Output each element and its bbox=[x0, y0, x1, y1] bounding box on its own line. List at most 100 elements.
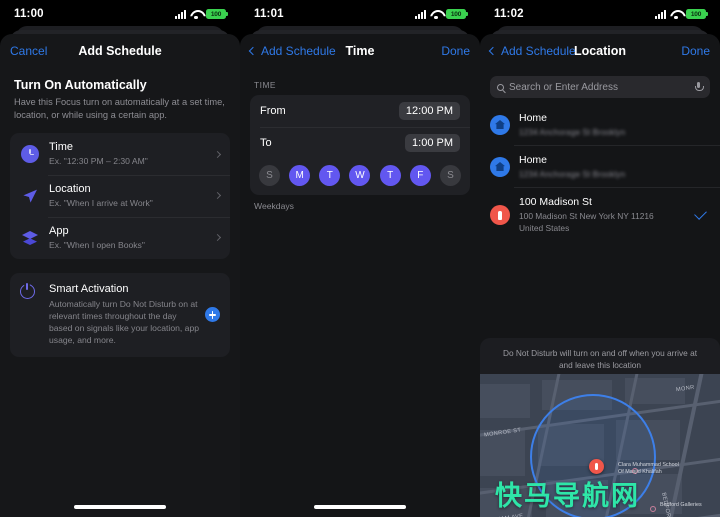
status-bar: 11:01 100 bbox=[240, 0, 480, 28]
chevron-left-icon bbox=[488, 46, 498, 56]
nav-bar: Cancel Add Schedule bbox=[0, 34, 240, 68]
clock-icon bbox=[20, 144, 40, 164]
wifi-icon bbox=[430, 10, 442, 19]
chevron-left-icon bbox=[248, 46, 258, 56]
add-smart-activation-button[interactable] bbox=[205, 307, 220, 323]
street-label: MONR bbox=[675, 384, 696, 394]
day-toggle-wednesday[interactable]: W bbox=[349, 165, 371, 186]
battery-icon: 100 bbox=[686, 9, 708, 19]
list-item-selected[interactable]: 100 Madison St 100 Madison St New York N… bbox=[480, 188, 720, 242]
list-item[interactable]: Home 1234 Anchorage St Brooklyn bbox=[480, 104, 720, 146]
days-caption: Weekdays bbox=[254, 201, 294, 211]
home-icon bbox=[490, 156, 510, 177]
list-item[interactable]: Home 1234 Anchorage St Brooklyn bbox=[480, 146, 720, 188]
search-placeholder: Search or Enter Address bbox=[509, 81, 618, 93]
from-time-value[interactable]: 12:00 PM bbox=[398, 102, 460, 120]
battery-level: 100 bbox=[690, 10, 702, 18]
map-pin-icon bbox=[490, 205, 510, 226]
smart-activation-title: Smart Activation bbox=[49, 282, 129, 295]
from-time-row[interactable]: From 12:00 PM bbox=[250, 95, 470, 127]
cellular-signal-icon bbox=[415, 9, 426, 19]
result-title: 100 Madison St bbox=[519, 195, 592, 208]
day-selector: S M T W T F S bbox=[250, 159, 470, 195]
back-button-label: Add Schedule bbox=[501, 44, 576, 58]
screenshot-stage: 11:00 100 Cancel Add Schedule Turn On Au… bbox=[0, 0, 720, 517]
time-sheet: Add Schedule Time Done TIME From 12:00 P… bbox=[240, 34, 480, 517]
add-schedule-sheet: Cancel Add Schedule Turn On Automaticall… bbox=[0, 34, 240, 517]
option-title: App bbox=[49, 224, 69, 237]
day-toggle-sunday[interactable]: S bbox=[259, 165, 280, 186]
cellular-signal-icon bbox=[655, 9, 666, 19]
header-title: Turn On Automatically bbox=[14, 78, 147, 92]
poi-dot bbox=[650, 506, 656, 512]
map-panel: Do Not Disturb will turn on and off when… bbox=[480, 338, 720, 517]
schedule-options-card: Time Ex. "12:30 PM – 2:30 AM" Location E… bbox=[10, 133, 230, 259]
cellular-signal-icon bbox=[175, 9, 186, 19]
done-button[interactable]: Done bbox=[681, 44, 710, 58]
done-button[interactable]: Done bbox=[441, 44, 470, 58]
status-indicators: 100 bbox=[655, 9, 708, 19]
battery-icon: 100 bbox=[206, 9, 228, 19]
back-button-add-schedule[interactable]: Add Schedule bbox=[248, 44, 336, 58]
sidebar-item-time[interactable]: Time Ex. "12:30 PM – 2:30 AM" bbox=[10, 133, 230, 175]
time-card: From 12:00 PM To 1:00 PM S M T W T F S bbox=[250, 95, 470, 195]
result-subtitle: 100 Madison St New York NY 11216 bbox=[519, 210, 654, 221]
option-subtitle: Ex. "When I open Books" bbox=[49, 239, 145, 250]
from-label: From bbox=[260, 105, 286, 117]
result-title: Home bbox=[519, 153, 548, 166]
result-subtitle-redacted: 1234 Anchorage St Brooklyn bbox=[519, 126, 626, 137]
checkmark-icon bbox=[694, 207, 707, 220]
phone-panel-time: 11:01 100 Add Schedule Time Done TIME Fr… bbox=[240, 0, 480, 517]
result-subtitle-country: United States bbox=[519, 222, 570, 233]
wifi-icon bbox=[670, 10, 682, 19]
option-title: Location bbox=[49, 183, 91, 196]
back-button-label: Add Schedule bbox=[261, 44, 336, 58]
phone-panel-add-schedule: 11:00 100 Cancel Add Schedule Turn On Au… bbox=[0, 0, 240, 517]
home-indicator bbox=[74, 505, 166, 509]
layers-icon bbox=[20, 228, 40, 248]
chevron-right-icon bbox=[213, 150, 222, 158]
sidebar-item-location[interactable]: Location Ex. "When I arrive at Work" bbox=[10, 175, 230, 217]
phone-panel-location: 11:02 100 Add Schedule Location Done Sea… bbox=[480, 0, 720, 517]
map-pin-icon[interactable] bbox=[589, 459, 604, 474]
day-toggle-thursday[interactable]: T bbox=[379, 165, 401, 186]
map-view[interactable]: MONROE ST PUTNAM AVE MONR BEDFORD AVE Cl… bbox=[480, 374, 720, 517]
to-time-row[interactable]: To 1:00 PM bbox=[250, 127, 470, 159]
turn-on-automatically-header: Turn On Automatically Have this Focus tu… bbox=[0, 68, 240, 121]
section-label-time: TIME bbox=[254, 80, 277, 90]
microphone-icon[interactable] bbox=[694, 81, 705, 93]
status-time: 11:02 bbox=[494, 8, 524, 20]
option-subtitle: Ex. "12:30 PM – 2:30 AM" bbox=[49, 155, 148, 166]
cancel-button[interactable]: Cancel bbox=[10, 44, 47, 58]
back-button-add-schedule[interactable]: Add Schedule bbox=[488, 44, 576, 58]
status-time: 11:00 bbox=[14, 8, 44, 20]
status-indicators: 100 bbox=[415, 9, 468, 19]
to-label: To bbox=[260, 137, 272, 149]
day-toggle-monday[interactable]: M bbox=[289, 165, 311, 186]
battery-icon: 100 bbox=[446, 9, 468, 19]
status-time: 11:01 bbox=[254, 8, 284, 20]
search-input[interactable]: Search or Enter Address bbox=[490, 76, 710, 98]
sidebar-item-app[interactable]: App Ex. "When I open Books" bbox=[10, 216, 230, 259]
poi-label: Bedford Galleries bbox=[660, 502, 702, 508]
wifi-icon bbox=[190, 10, 202, 19]
battery-level: 100 bbox=[450, 10, 462, 18]
day-toggle-saturday[interactable]: S bbox=[439, 165, 461, 186]
battery-level: 100 bbox=[210, 10, 222, 18]
smart-activation-card: Smart Activation Automatically turn Do N… bbox=[10, 272, 230, 357]
home-icon bbox=[490, 114, 510, 135]
status-indicators: 100 bbox=[175, 9, 228, 19]
nav-bar: Add Schedule Location Done bbox=[480, 34, 720, 68]
status-bar: 11:00 100 bbox=[0, 0, 240, 28]
nav-bar: Add Schedule Time Done bbox=[240, 34, 480, 68]
header-subtitle: Have this Focus turn on automatically at… bbox=[14, 97, 225, 120]
day-toggle-friday[interactable]: F bbox=[409, 165, 431, 186]
option-subtitle: Ex. "When I arrive at Work" bbox=[49, 197, 153, 208]
option-title: Time bbox=[49, 141, 74, 154]
to-time-value[interactable]: 1:00 PM bbox=[405, 134, 460, 152]
location-results-list: Home 1234 Anchorage St Brooklyn Home 123… bbox=[480, 104, 720, 242]
watermark: 快马导航网 bbox=[495, 481, 640, 512]
day-toggle-tuesday[interactable]: T bbox=[319, 165, 341, 186]
home-indicator bbox=[314, 505, 406, 509]
chevron-right-icon bbox=[213, 234, 222, 242]
